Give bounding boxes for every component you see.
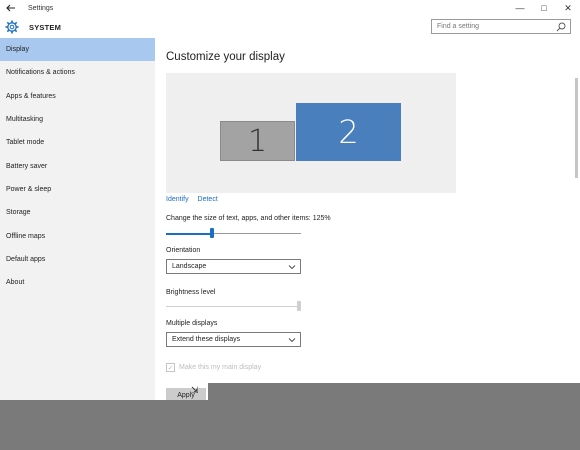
sidebar-item-offline-maps[interactable]: Offline maps [0, 224, 155, 247]
sidebar-item-label: Battery saver [6, 162, 48, 170]
sidebar-item-label: Default apps [6, 255, 46, 263]
sidebar-item-label: Tablet mode [6, 139, 45, 147]
scale-slider-fill [166, 232, 212, 235]
sidebar-item-label: Notifications & actions [6, 69, 75, 77]
sidebar-item-label: About [6, 279, 25, 287]
header: SYSTEM Find a setting [0, 16, 580, 38]
sidebar-item-tablet-mode[interactable]: Tablet mode [0, 131, 155, 154]
search-placeholder: Find a setting [437, 23, 480, 30]
maximize-icon: □ [541, 3, 547, 13]
mouse-cursor-icon: ⇲ [191, 385, 199, 395]
main-display-checkbox[interactable]: ✓ [166, 363, 175, 372]
sidebar-item-notifications[interactable]: Notifications & actions [0, 61, 155, 84]
sidebar-item-power-sleep[interactable]: Power & sleep [0, 178, 155, 201]
search-input[interactable]: Find a setting [431, 19, 571, 34]
main-display-checkbox-label: Make this my main display [179, 364, 262, 371]
orientation-dropdown[interactable]: Landscape [166, 259, 301, 274]
detect-link[interactable]: Detect [198, 196, 218, 203]
maximize-button[interactable]: □ [532, 0, 556, 16]
sidebar-item-apps-features[interactable]: Apps & features [0, 85, 155, 108]
monitor-label: 2 [338, 113, 359, 151]
back-button[interactable] [0, 0, 22, 16]
title-bar: Settings — □ ✕ [0, 0, 580, 16]
sidebar-item-battery-saver[interactable]: Battery saver [0, 154, 155, 177]
sidebar-item-label: Offline maps [6, 232, 46, 240]
close-icon: ✕ [564, 2, 572, 13]
monitor-1[interactable]: 1 [220, 121, 295, 161]
minimize-button[interactable]: — [508, 0, 532, 16]
check-icon: ✓ [167, 364, 174, 372]
screen-overlay-bottom [0, 400, 580, 450]
monitor-2[interactable]: 2 [296, 103, 401, 161]
sidebar-item-multitasking[interactable]: Multitasking [0, 108, 155, 131]
sidebar-item-default-apps[interactable]: Default apps [0, 248, 155, 271]
sidebar-item-label: Apps & features [6, 92, 56, 100]
section-title: SYSTEM [29, 22, 62, 32]
sidebar-item-label: Display [6, 46, 29, 54]
settings-window: Settings — □ ✕ SYSTEM Find a setting Dis… [0, 0, 580, 400]
apply-button[interactable]: Apply [166, 388, 206, 400]
multiple-displays-dropdown[interactable]: Extend these displays [166, 332, 301, 347]
chevron-down-icon [288, 338, 296, 343]
page-title: Customize your display [166, 51, 285, 63]
orientation-value: Landscape [172, 263, 207, 270]
multiple-displays-value: Extend these displays [172, 336, 241, 343]
main-content: Customize your display 1 2 Identify Dete… [155, 38, 580, 400]
multiple-displays-label: Multiple displays [166, 320, 218, 327]
main-display-checkbox-row: ✓ Make this my main display [166, 363, 261, 372]
close-button[interactable]: ✕ [556, 0, 580, 16]
sidebar-item-about[interactable]: About [0, 271, 155, 294]
sidebar-item-label: Multitasking [6, 116, 43, 124]
window-controls: — □ ✕ [508, 0, 580, 16]
scale-slider-thumb[interactable] [209, 228, 214, 238]
sidebar: Display Notifications & actions Apps & f… [0, 38, 155, 400]
minimize-icon: — [515, 3, 525, 13]
search-icon [556, 22, 566, 32]
brightness-slider-thumb[interactable] [297, 301, 301, 311]
sidebar-item-label: Power & sleep [6, 185, 52, 193]
scale-label: Change the size of text, apps, and other… [166, 215, 331, 222]
chevron-down-icon [288, 265, 296, 270]
sidebar-item-storage[interactable]: Storage [0, 201, 155, 224]
orientation-label: Orientation [166, 247, 201, 254]
sidebar-item-label: Storage [6, 209, 31, 217]
back-arrow-icon [6, 4, 15, 12]
window-title: Settings [28, 4, 54, 12]
brightness-label: Brightness level [166, 289, 216, 296]
sidebar-item-display[interactable]: Display [0, 38, 155, 62]
brightness-slider-track [166, 306, 301, 307]
gear-icon [5, 20, 19, 34]
display-links: Identify Detect [166, 196, 225, 203]
monitor-label: 1 [247, 123, 268, 159]
identify-link[interactable]: Identify [166, 196, 189, 203]
display-arrangement-preview: 1 2 [166, 73, 456, 193]
scrollbar[interactable] [575, 78, 578, 178]
